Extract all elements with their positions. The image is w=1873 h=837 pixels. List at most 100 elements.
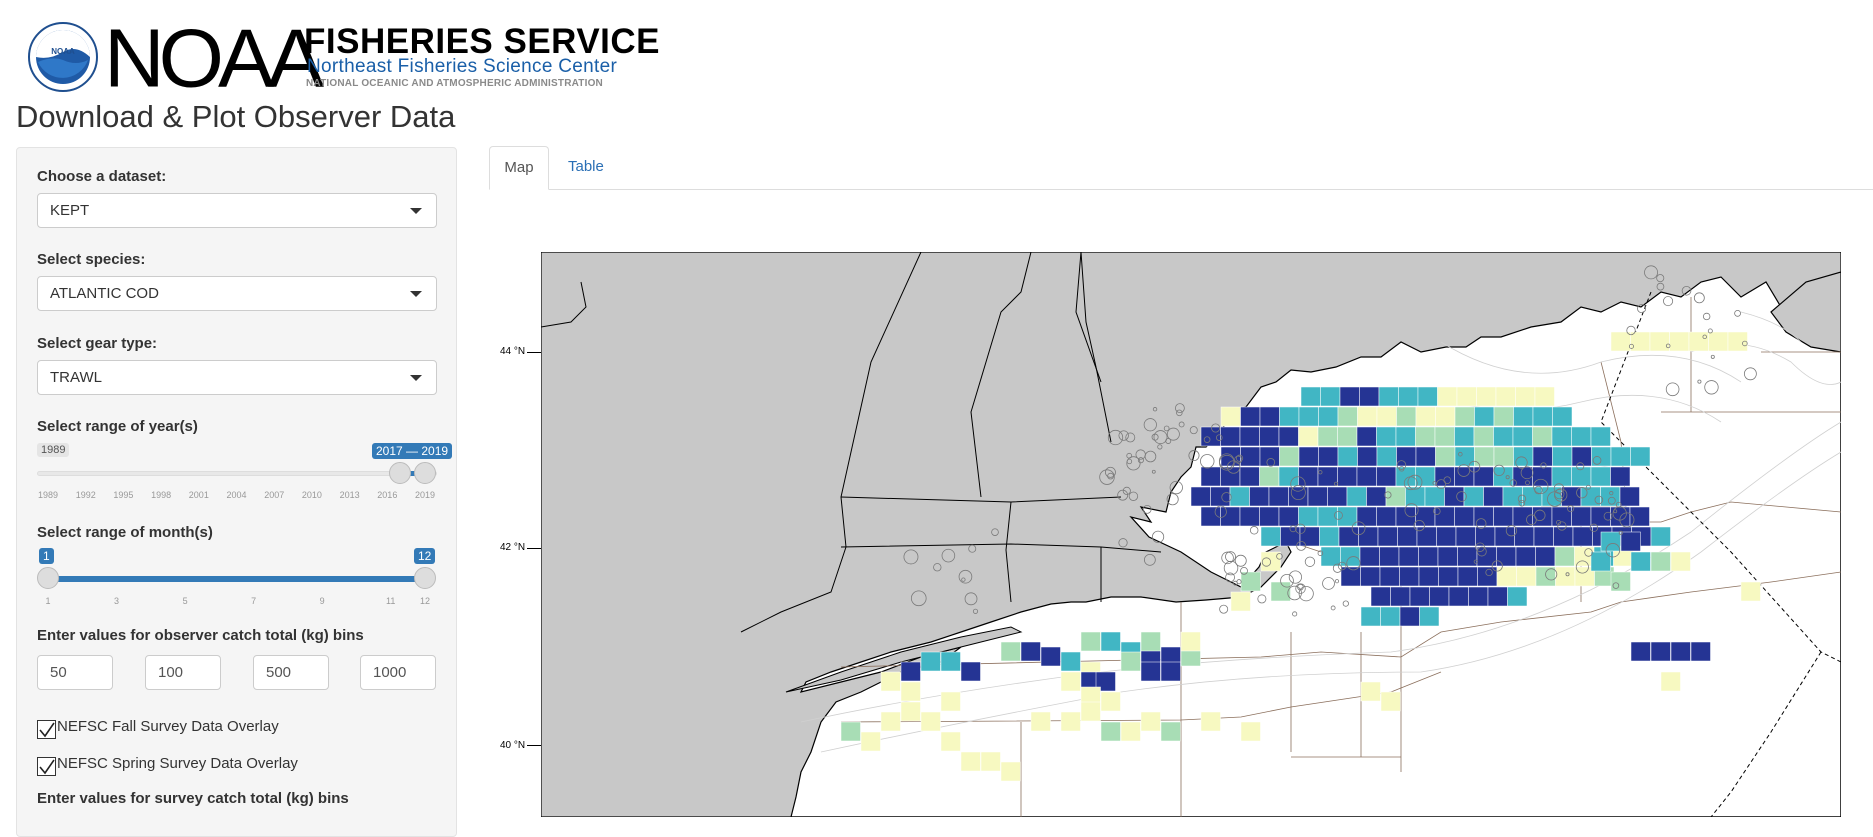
- years-tick-label: 2019: [415, 490, 436, 500]
- catch-cell: [1278, 426, 1299, 447]
- fall-overlay-label: NEFSC Fall Survey Data Overlay: [57, 718, 279, 735]
- catch-cell: [1398, 546, 1419, 567]
- catch-cell: [1307, 486, 1328, 507]
- catch-cell: [1493, 426, 1514, 447]
- catch-cell: [1319, 526, 1340, 547]
- catch-cell: [1390, 586, 1411, 607]
- catch-cell: [1249, 486, 1270, 507]
- catch-cell: [1396, 446, 1417, 467]
- catch-cell: [1436, 526, 1457, 547]
- tab-table[interactable]: Table: [568, 146, 604, 190]
- catch-cell: [1630, 641, 1651, 662]
- months-slider-track[interactable]: [47, 576, 424, 582]
- catch-cell: [1379, 546, 1400, 567]
- catch-cell: [1438, 566, 1459, 587]
- catch-map[interactable]: [541, 252, 1841, 817]
- catch-cell: [1571, 426, 1592, 447]
- catch-cell: [1610, 331, 1631, 352]
- catch-cell: [1474, 446, 1495, 467]
- catch-cell: [1357, 446, 1378, 467]
- catch-cell: [1356, 426, 1377, 447]
- fall-overlay-checkbox[interactable]: [37, 720, 56, 739]
- catch-cell: [960, 751, 981, 772]
- catch-cell: [1000, 761, 1021, 782]
- years-slider-to-handle[interactable]: [414, 462, 436, 484]
- catch-cell: [1357, 406, 1378, 427]
- catch-cell: [1298, 426, 1319, 447]
- catch-cell: [1120, 721, 1141, 742]
- catch-cell: [1514, 526, 1535, 547]
- catch-cell: [1100, 691, 1121, 712]
- catch-cell: [1437, 386, 1458, 407]
- catch-cell: [1399, 606, 1420, 627]
- observer-bin-1-input[interactable]: 50: [37, 655, 113, 690]
- catch-cell: [1454, 506, 1475, 527]
- lat-label-44: 44 °N: [500, 346, 526, 357]
- catch-cell: [1379, 566, 1400, 587]
- observer-bin-2-input[interactable]: 100: [145, 655, 221, 690]
- catch-cell: [1300, 386, 1321, 407]
- catch-cell: [1493, 446, 1514, 467]
- catch-cell: [1377, 526, 1398, 547]
- catch-cell: [1279, 446, 1300, 467]
- catch-cell: [1474, 406, 1495, 427]
- catch-cell: [940, 651, 961, 672]
- dataset-select[interactable]: KEPT: [37, 193, 437, 228]
- caret-down-icon: [410, 208, 422, 214]
- catch-cell: [1532, 426, 1553, 447]
- catch-cell: [1533, 526, 1554, 547]
- catch-cell: [1571, 506, 1592, 527]
- catch-cell: [1650, 641, 1671, 662]
- catch-cell: [1512, 506, 1533, 527]
- catch-cell: [1279, 406, 1300, 427]
- spring-overlay-checkbox[interactable]: [37, 757, 56, 776]
- months-slider-to-handle[interactable]: [414, 567, 436, 589]
- catch-cell: [1493, 506, 1514, 527]
- catch-cell: [880, 711, 901, 732]
- catch-cell: [1360, 566, 1381, 587]
- months-to-badge: 12: [414, 548, 436, 564]
- catch-cell: [1434, 506, 1455, 527]
- catch-cell: [1380, 606, 1401, 627]
- years-slider-track[interactable]: [37, 471, 437, 476]
- catch-cell: [1259, 446, 1280, 467]
- catch-cell: [1140, 711, 1161, 732]
- catch-cell: [1512, 426, 1533, 447]
- catch-cell: [1376, 446, 1397, 467]
- years-tick-label: 2016: [377, 490, 398, 500]
- catch-cell: [1424, 486, 1445, 507]
- years-label: Select range of year(s): [37, 418, 198, 435]
- months-slider-from-handle[interactable]: [37, 567, 59, 589]
- catch-cell: [1320, 386, 1341, 407]
- catch-cell: [1366, 486, 1387, 507]
- catch-cell: [1337, 446, 1358, 467]
- page-title: Download & Plot Observer Data: [16, 99, 456, 134]
- observer-bin-3-input[interactable]: 500: [253, 655, 329, 690]
- observer-bin-4-input[interactable]: 1000: [360, 655, 436, 690]
- catch-cell: [1259, 506, 1280, 527]
- catch-cell: [1259, 406, 1280, 427]
- species-select[interactable]: ATLANTIC COD: [37, 276, 437, 311]
- catch-cell: [1399, 566, 1420, 587]
- catch-cell: [1220, 466, 1241, 487]
- lat-tick-44: [527, 352, 541, 353]
- gear-select[interactable]: TRAWL: [37, 360, 437, 395]
- years-tick-label: 2007: [264, 490, 285, 500]
- catch-cell: [1240, 406, 1261, 427]
- catch-cell: [1454, 446, 1475, 467]
- catch-cell: [1409, 586, 1430, 607]
- catch-cell: [1229, 486, 1250, 507]
- catch-cell: [1340, 546, 1361, 567]
- catch-cell: [1552, 446, 1573, 467]
- catch-cell: [1100, 631, 1121, 652]
- months-tick-label: 11: [386, 596, 396, 606]
- years-tick-label: 2001: [188, 490, 209, 500]
- catch-cell: [1494, 526, 1515, 547]
- catch-cell: [1434, 466, 1455, 487]
- years-slider-from-handle[interactable]: [389, 462, 411, 484]
- catch-cell: [1120, 651, 1141, 672]
- tab-map[interactable]: Map: [489, 146, 549, 190]
- catch-cell: [1370, 586, 1391, 607]
- catch-cell: [1463, 486, 1484, 507]
- noaa-emblem-logo: NOAA: [28, 22, 98, 92]
